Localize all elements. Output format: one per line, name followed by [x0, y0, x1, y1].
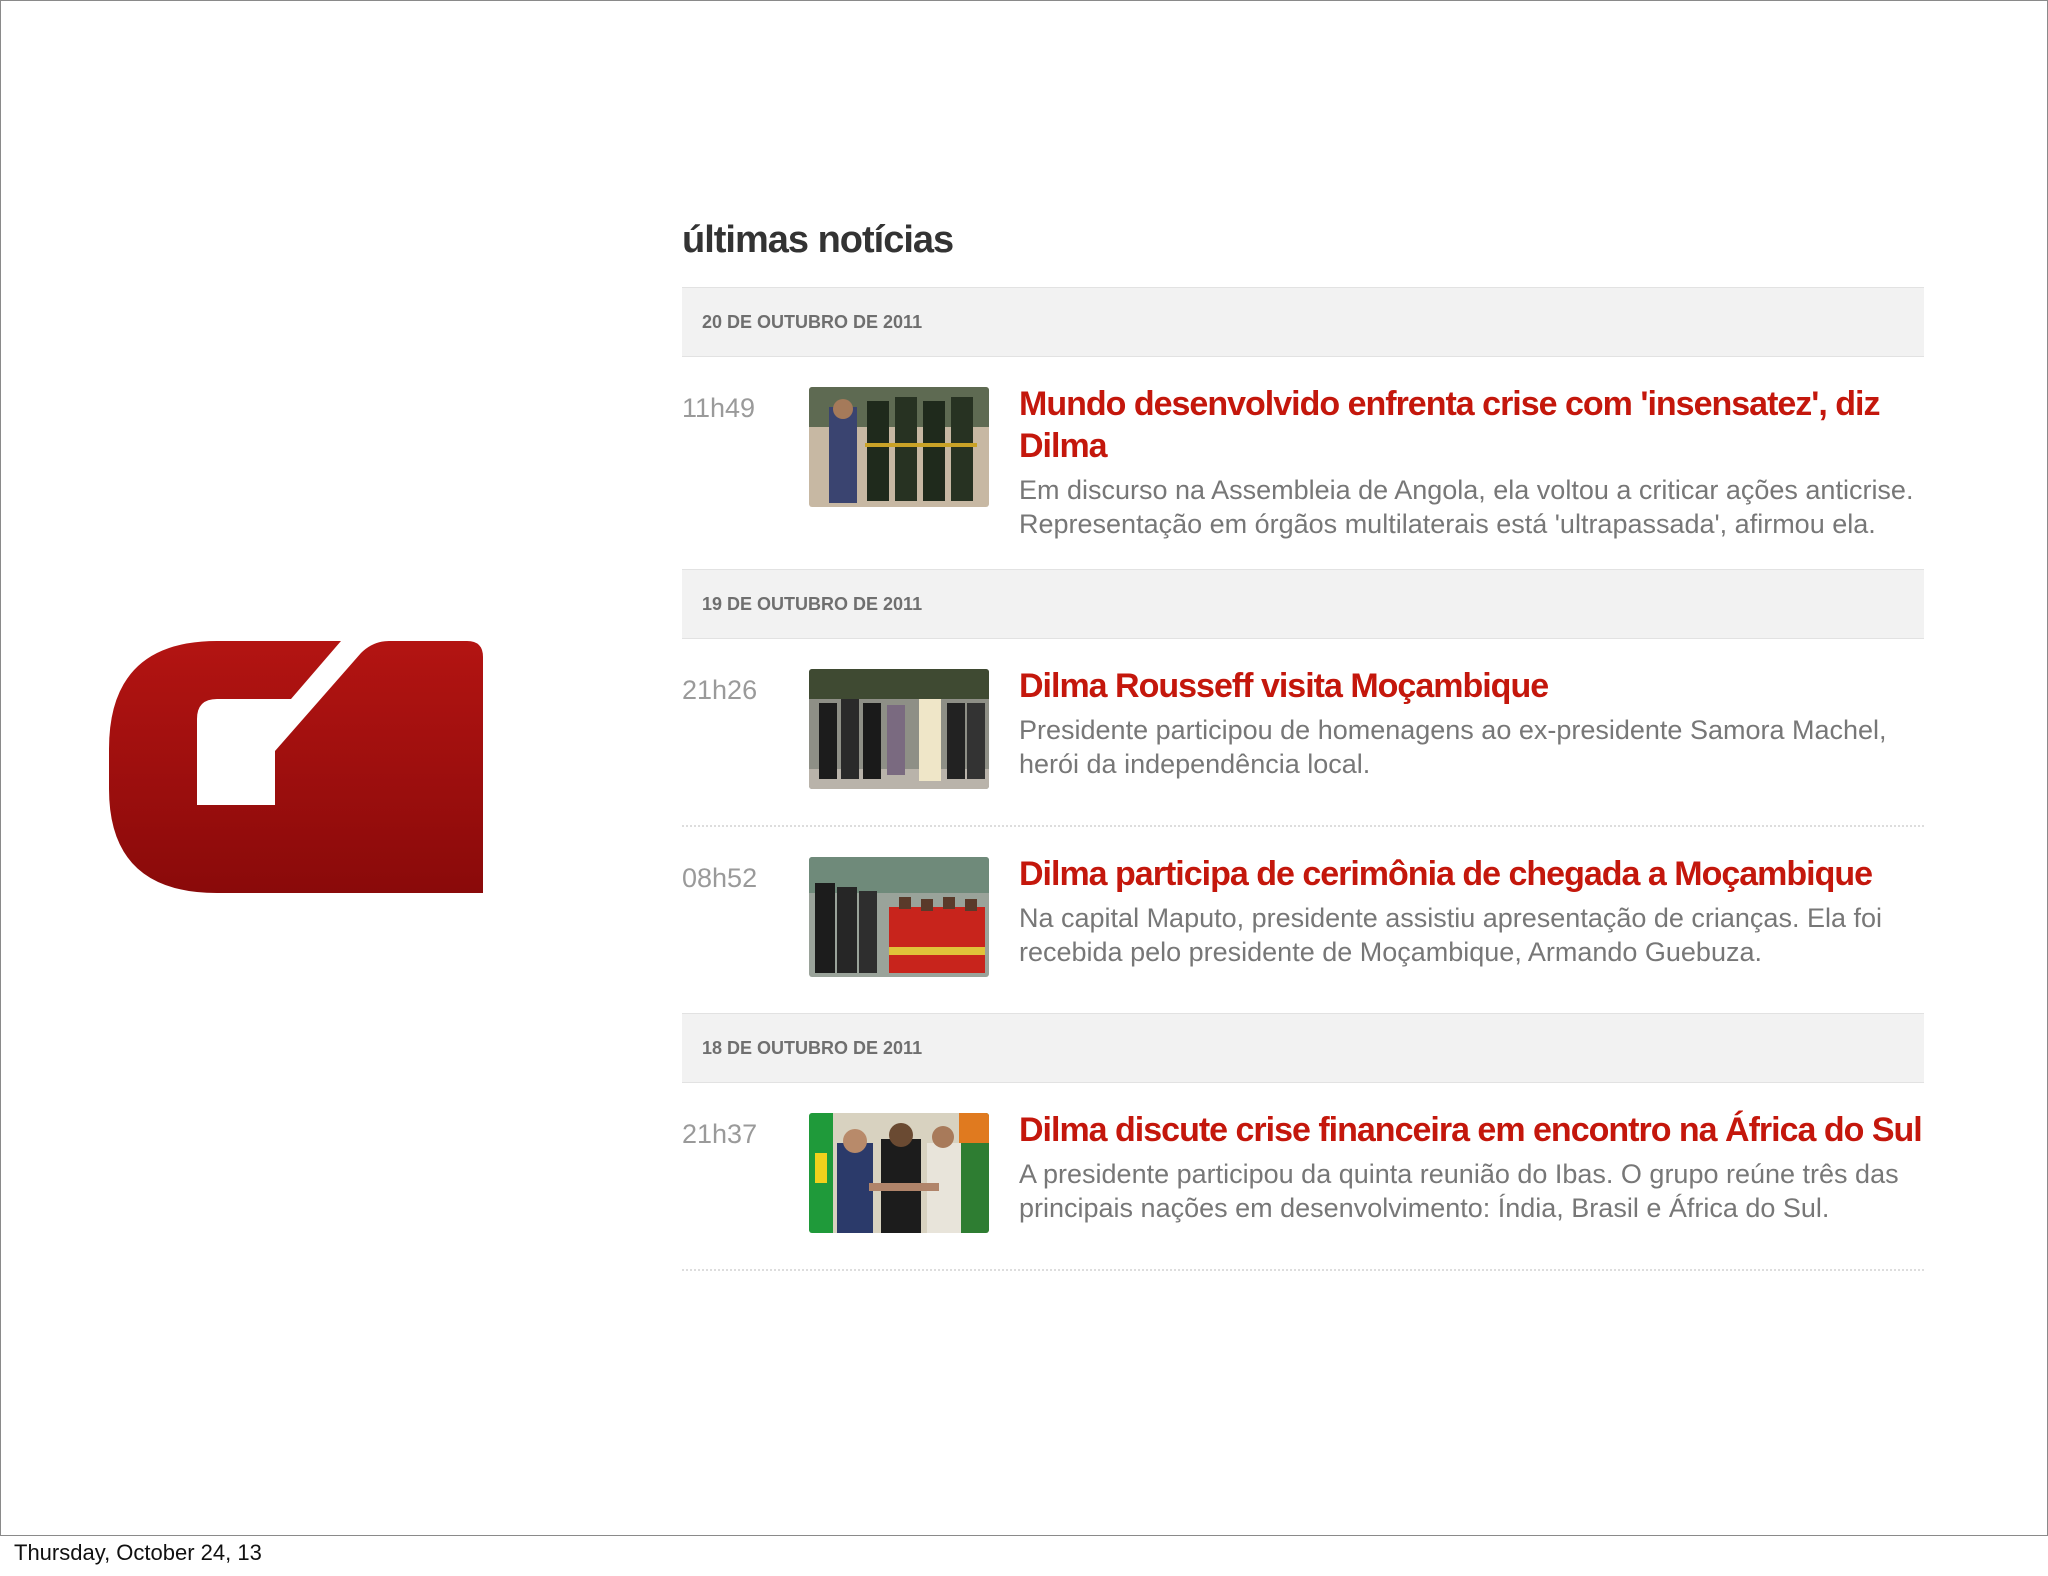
news-feed: últimas notícias 20 DE OUTUBRO DE 2011 1… [682, 207, 1924, 1271]
news-item[interactable]: 08h52 Dilma participa de cerimônia de ch… [682, 827, 1924, 1013]
feed-heading: últimas notícias [682, 219, 954, 261]
g1-logo [109, 641, 483, 893]
date-header: 18 DE OUTUBRO DE 2011 [682, 1013, 1924, 1083]
news-item[interactable]: 21h26 Dilma Rousseff visita Moçambique P… [682, 639, 1924, 827]
news-thumbnail[interactable] [809, 669, 989, 789]
news-item[interactable]: 11h49 Mundo desenvolvido enfrenta crise … [682, 357, 1924, 569]
news-time: 21h26 [682, 675, 758, 705]
news-thumbnail[interactable] [809, 387, 989, 507]
news-thumbnail[interactable] [809, 1113, 989, 1233]
slide-footer-date: Thursday, October 24, 13 [14, 1540, 262, 1565]
news-thumbnail[interactable] [809, 857, 989, 977]
date-header: 19 DE OUTUBRO DE 2011 [682, 569, 1924, 639]
date-header: 20 DE OUTUBRO DE 2011 [682, 287, 1924, 357]
news-time: 11h49 [682, 393, 756, 423]
news-item[interactable]: 21h37 Dilma discute crise financeira em … [682, 1083, 1924, 1271]
news-time: 08h52 [682, 863, 758, 893]
slide: últimas notícias 20 DE OUTUBRO DE 2011 1… [0, 0, 2048, 1536]
news-time: 21h37 [682, 1119, 758, 1149]
